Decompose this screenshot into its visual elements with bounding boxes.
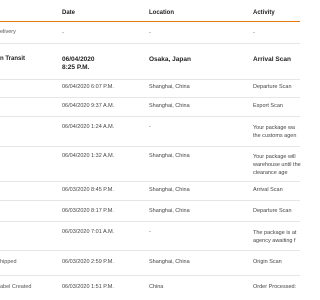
row-1-time: 8:25 P.M. (62, 64, 90, 71)
row-2-activity: Departure Scan (253, 84, 292, 90)
row-7-activity: Departure Scan (253, 208, 292, 214)
row-10-activity: Order Processed: (253, 284, 297, 290)
row-8-date: 06/03/2020 7:01 A.M. (62, 229, 115, 235)
row-9-activity: Origin Scan (253, 259, 282, 265)
row-separator (0, 43, 300, 44)
row-7-location: Shanghai, China (149, 208, 190, 214)
row-7-date: 06/03/2020 8:17 P.M. (62, 208, 114, 214)
row-0-date: - (62, 30, 64, 36)
row-4-location: - (149, 124, 151, 130)
row-3-activity: Export Scan (253, 103, 283, 109)
row-3-location: Shanghai, China (149, 103, 190, 109)
row-2-location: Shanghai, China (149, 84, 190, 90)
row-1-location: Osaka, Japan (149, 56, 191, 63)
row-0-location: - (149, 30, 151, 36)
row-8-activity: The package is at agency awaiting f (253, 230, 297, 244)
row-separator (0, 221, 300, 222)
row-separator (0, 181, 300, 182)
row-4-date: 06/04/2020 1:24 A.M. (62, 124, 115, 130)
row-separator (0, 275, 300, 276)
row-1-date: 06/04/2020 (62, 56, 95, 63)
row-8-location: - (149, 229, 151, 235)
row-5-date: 06/04/2020 1:32 A.M. (62, 153, 115, 159)
row-0-activity: - (253, 30, 255, 36)
row-2-date: 06/04/2020 6:07 P.M. (62, 84, 114, 90)
row-separator (0, 250, 300, 251)
row-separator (0, 79, 300, 80)
status-label-shipped: hipped (0, 259, 17, 265)
row-9-date: 06/03/2020 2:59 P.M. (62, 259, 114, 265)
column-header-location: Location (149, 10, 174, 16)
row-separator (0, 97, 300, 98)
row-5-activity: Your package will warehouse until the cl… (253, 154, 301, 176)
row-4-activity: Your package wa the customs agen (253, 125, 297, 139)
row-3-date: 06/04/2020 9:37 A.M. (62, 103, 115, 109)
row-10-date: 06/03/2020 1:51 P.M. (62, 284, 114, 290)
row-9-location: Shanghai, China (149, 259, 190, 265)
row-1-activity: Arrival Scan (253, 56, 291, 63)
status-label-in-transit: n Transit (0, 56, 26, 62)
status-label-label-created: abel Created (0, 284, 32, 290)
status-label-delivery: elivery (0, 29, 16, 35)
row-separator (0, 146, 300, 147)
row-6-activity: Arrival Scan (253, 187, 283, 193)
row-separator (0, 116, 300, 117)
column-header-activity: Activity (253, 10, 275, 16)
row-separator (0, 200, 300, 201)
row-6-location: Shanghai, China (149, 187, 190, 193)
header-divider (0, 21, 300, 22)
row-6-date: 06/03/2020 8:45 P.M. (62, 187, 114, 193)
column-header-date: Date (62, 10, 76, 16)
row-10-location: China (149, 284, 164, 290)
row-5-location: Shanghai, China (149, 153, 190, 159)
